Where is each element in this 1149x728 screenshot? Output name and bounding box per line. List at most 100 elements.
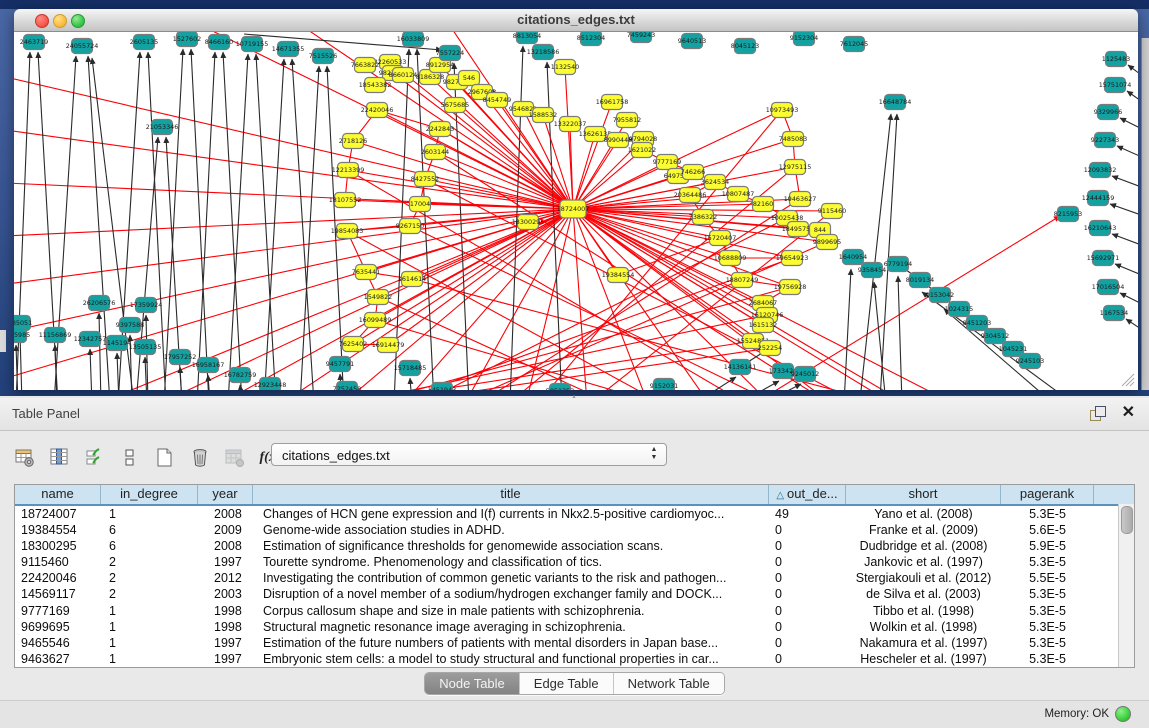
graph-node[interactable]: 5051353 [546, 384, 574, 391]
graph-node[interactable]: 8512304 [577, 32, 605, 46]
graph-node[interactable]: 21053346 [146, 120, 179, 135]
graph-node[interactable]: 7612045 [840, 37, 868, 52]
graph-node[interactable]: 7635441 [352, 265, 380, 280]
window-resize-grip[interactable] [1118, 370, 1136, 388]
graph-node[interactable]: 6779194 [884, 257, 912, 272]
graph-node[interactable]: 11156869 [39, 328, 72, 343]
graph-node[interactable]: 7459243 [627, 32, 655, 43]
graph-node[interactable]: 7485083 [779, 132, 807, 147]
graph-node[interactable]: 24055724 [66, 39, 99, 54]
graph-node[interactable]: 1132540 [551, 60, 579, 75]
column-header-name[interactable]: name [15, 485, 101, 504]
graph-node[interactable]: 8454749 [483, 93, 511, 108]
graph-node[interactable]: 7557224 [436, 46, 464, 61]
graph-node[interactable]: 12093832 [1084, 163, 1117, 178]
graph-node[interactable]: 26206576 [83, 296, 116, 311]
tab-edge-table[interactable]: Edge Table [519, 673, 613, 694]
graph-node[interactable]: 7515526 [309, 49, 337, 64]
close-panel-icon[interactable]: ✕ [1122, 403, 1135, 423]
graph-node[interactable]: 18724007 [557, 200, 590, 218]
graph-node[interactable]: 9115460 [818, 204, 846, 219]
table-selector-dropdown[interactable]: citations_edges.txt ▲▼ [271, 443, 667, 466]
graph-node[interactable]: 19756928 [774, 280, 807, 295]
graph-node[interactable]: 1145194 [103, 336, 131, 351]
select-column-icon[interactable] [49, 447, 71, 469]
graph-node[interactable]: 1615132 [749, 318, 777, 333]
graph-node[interactable]: 13505135 [129, 340, 162, 355]
graph-node[interactable]: 15718485 [394, 361, 427, 376]
network-canvas[interactable]: 1872400722260533982750618543382818632898… [14, 32, 1138, 390]
graph-node[interactable]: 12342757 [74, 332, 107, 347]
graph-node[interactable]: 12213399 [332, 163, 365, 178]
row-check-icon[interactable] [84, 447, 106, 469]
graph-node[interactable]: 15751074 [1099, 78, 1132, 93]
aggregate-icon[interactable] [119, 447, 141, 469]
graph-node[interactable]: 5675685 [441, 98, 469, 113]
graph-node[interactable]: 16099489 [359, 313, 392, 328]
column-header-in_degree[interactable]: in_degree [101, 485, 198, 504]
graph-node[interactable]: 12923448 [254, 378, 287, 391]
graph-node[interactable]: 2605135 [130, 35, 158, 50]
graph-node[interactable]: 1451943 [428, 383, 456, 391]
graph-node[interactable]: 82160 [753, 197, 774, 212]
graph-node[interactable]: 1614614 [398, 272, 426, 287]
graph-node[interactable]: 7625402 [339, 337, 367, 352]
scrollbar-thumb[interactable] [1121, 506, 1133, 534]
network-graph[interactable]: 1872400722260533982750618543382818632898… [14, 32, 1138, 390]
graph-node[interactable]: 3624534 [701, 175, 729, 190]
graph-node[interactable]: 9457791 [326, 357, 354, 372]
graph-node[interactable]: 8466160 [205, 35, 233, 50]
graph-node[interactable]: 8813054 [513, 32, 541, 44]
import-table-disabled-icon[interactable] [224, 447, 246, 469]
graph-node[interactable]: 1527602 [173, 32, 201, 47]
vertical-scrollbar[interactable] [1118, 504, 1134, 667]
graph-node[interactable]: 17004 [410, 197, 431, 212]
column-header-title[interactable]: title [253, 485, 769, 504]
graph-node[interactable]: 7386322 [689, 210, 717, 225]
memory-ok-indicator-icon[interactable] [1115, 706, 1131, 722]
graph-node[interactable]: 20364486 [674, 188, 707, 203]
delete-trash-icon[interactable] [189, 447, 211, 469]
graph-node[interactable]: 16961758 [596, 95, 629, 110]
graph-node[interactable]: 1024315 [945, 302, 973, 317]
table-row[interactable]: 1830029562008Estimation of significance … [15, 538, 1134, 554]
graph-node[interactable]: 1125483 [1102, 52, 1130, 67]
graph-node[interactable]: 1640954 [839, 250, 867, 265]
graph-node[interactable]: 12975115 [779, 160, 812, 175]
graph-node[interactable]: 15692971 [1087, 251, 1120, 266]
graph-node[interactable]: 9397588 [116, 318, 144, 333]
graph-node[interactable]: 8045123 [731, 39, 759, 54]
table-row[interactable]: 946362711997Embryonic stem cells: a mode… [15, 651, 1134, 667]
graph-node[interactable]: 14671355 [272, 42, 305, 57]
table-row[interactable]: 946554611997Estimation of the future num… [15, 635, 1134, 651]
graph-node[interactable]: 8427552 [411, 172, 439, 187]
table-row[interactable]: 977716911998Corpus callosum shape and si… [15, 603, 1134, 619]
graph-node[interactable]: 9358454 [858, 263, 886, 278]
graph-node[interactable]: 17016504 [1092, 280, 1125, 295]
graph-node[interactable]: 16958167 [192, 358, 225, 373]
column-header-year[interactable]: year [198, 485, 253, 504]
graph-node[interactable]: 1167534 [1100, 306, 1128, 321]
graph-node[interactable]: 9153042 [926, 288, 954, 303]
graph-node[interactable]: 7663822 [351, 58, 379, 73]
graph-node[interactable]: 1621022 [628, 143, 656, 158]
column-header-short[interactable]: short [846, 485, 1001, 504]
table-row[interactable]: 911546021997Tourette syndrome. Phenomeno… [15, 554, 1134, 570]
float-panel-icon[interactable] [1090, 406, 1105, 421]
table-row[interactable]: 1938455462009Genome-wide association stu… [15, 522, 1134, 538]
graph-node[interactable]: 1549822 [364, 290, 392, 305]
graph-node[interactable]: 16648784 [879, 95, 912, 110]
graph-node[interactable]: 2463719 [20, 35, 48, 50]
table-settings-icon[interactable] [14, 447, 36, 469]
graph-node[interactable]: 19463627 [784, 192, 817, 207]
table-row[interactable]: 1872400712008Changes of HCN gene express… [15, 506, 1134, 522]
graph-node[interactable]: 10807487 [722, 187, 755, 202]
graph-node[interactable]: 8267150 [396, 219, 424, 234]
new-document-icon[interactable] [154, 447, 176, 469]
column-header-pagerank[interactable]: pagerank [1001, 485, 1094, 504]
graph-node[interactable]: 2603144 [421, 145, 449, 160]
graph-node[interactable]: 9777169 [653, 155, 681, 170]
graph-node[interactable]: 2242843 [426, 122, 454, 137]
graph-node[interactable]: 13218586 [527, 45, 560, 60]
graph-node[interactable]: 9245103 [1016, 354, 1044, 369]
